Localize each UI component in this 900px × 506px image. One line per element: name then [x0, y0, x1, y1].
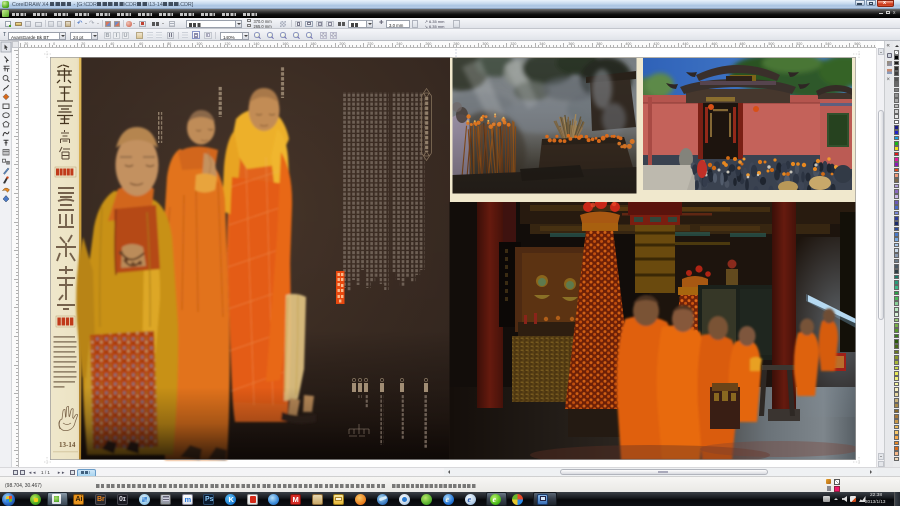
svg-text:13-14: 13-14 [59, 441, 76, 449]
